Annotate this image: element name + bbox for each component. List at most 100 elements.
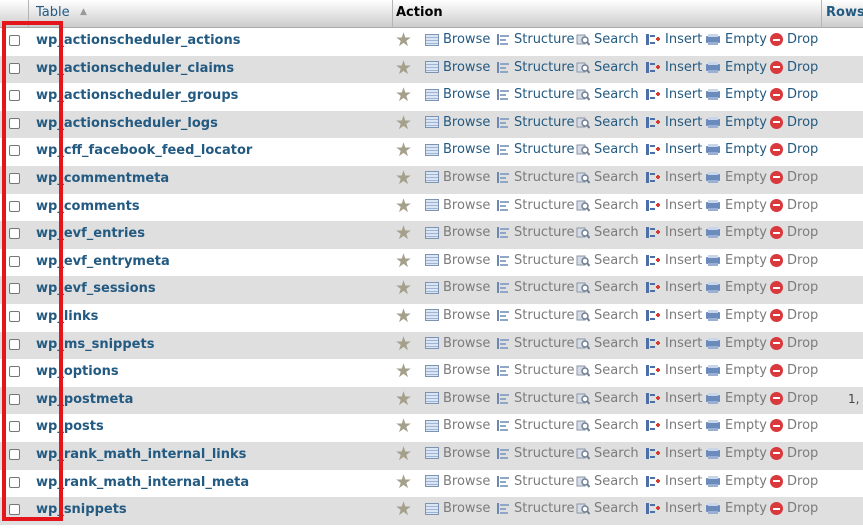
row-checkbox[interactable] — [9, 393, 20, 405]
structure-button[interactable]: Structure — [496, 142, 574, 157]
empty-button[interactable]: Empty — [705, 446, 767, 461]
table-row[interactable]: wp_posts ★ Browse Structure Search Inser… — [0, 414, 863, 442]
table-row[interactable]: wp_actionscheduler_groups ★ Browse Struc… — [0, 83, 863, 111]
star-icon[interactable]: ★ — [395, 334, 412, 354]
table-name-link[interactable]: wp_cff_facebook_feed_locator — [36, 143, 252, 158]
structure-button[interactable]: Structure — [496, 391, 574, 406]
empty-button[interactable]: Empty — [705, 501, 767, 516]
drop-button[interactable]: Drop — [770, 225, 818, 240]
drop-button[interactable]: Drop — [770, 391, 818, 406]
row-checkbox[interactable] — [9, 172, 20, 184]
drop-button[interactable]: Drop — [770, 142, 818, 157]
table-name-link[interactable]: wp_evf_sessions — [36, 281, 156, 296]
table-row[interactable]: wp_rank_math_internal_meta ★ Browse Stru… — [0, 469, 863, 498]
row-checkbox[interactable] — [9, 255, 20, 267]
table-name-link[interactable]: wp_comments — [36, 199, 140, 214]
empty-button[interactable]: Empty — [705, 474, 767, 489]
empty-button[interactable]: Empty — [705, 253, 767, 268]
empty-button[interactable]: Empty — [705, 115, 767, 130]
browse-button[interactable]: Browse — [425, 142, 490, 157]
structure-button[interactable]: Structure — [496, 198, 574, 213]
browse-button[interactable]: Browse — [425, 308, 490, 323]
insert-button[interactable]: Insert — [645, 142, 702, 157]
table-row[interactable]: wp_cff_facebook_feed_locator ★ Browse St… — [0, 138, 863, 166]
table-row[interactable]: wp_evf_sessions ★ Browse Structure Searc… — [0, 276, 863, 304]
row-checkbox[interactable] — [9, 200, 20, 212]
table-row[interactable]: wp_commentmeta ★ Browse Structure Search… — [0, 165, 863, 194]
table-name-link[interactable]: wp_actionscheduler_logs — [36, 116, 218, 131]
browse-button[interactable]: Browse — [425, 198, 490, 213]
insert-button[interactable]: Insert — [645, 474, 702, 489]
column-header-rows[interactable]: Rows — [826, 5, 863, 20]
browse-button[interactable]: Browse — [425, 474, 490, 489]
table-name-link[interactable]: wp_options — [36, 364, 119, 379]
table-name-link[interactable]: wp_links — [36, 309, 98, 324]
drop-button[interactable]: Drop — [770, 280, 818, 295]
table-row[interactable]: wp_links ★ Browse Structure Search Inser… — [0, 303, 863, 332]
empty-button[interactable]: Empty — [705, 280, 767, 295]
star-icon[interactable]: ★ — [395, 389, 412, 409]
structure-button[interactable]: Structure — [496, 32, 574, 47]
star-icon[interactable]: ★ — [395, 251, 412, 271]
search-button[interactable]: Search — [576, 501, 639, 516]
drop-button[interactable]: Drop — [770, 501, 818, 516]
table-name-link[interactable]: wp_actionscheduler_actions — [36, 33, 240, 48]
drop-button[interactable]: Drop — [770, 418, 818, 433]
star-icon[interactable]: ★ — [395, 417, 412, 436]
empty-button[interactable]: Empty — [705, 170, 767, 185]
star-icon[interactable]: ★ — [395, 196, 412, 216]
insert-button[interactable]: Insert — [645, 308, 702, 323]
row-checkbox[interactable] — [9, 366, 20, 378]
empty-button[interactable]: Empty — [705, 363, 767, 378]
structure-button[interactable]: Structure — [496, 446, 574, 461]
insert-button[interactable]: Insert — [645, 87, 702, 102]
star-icon[interactable]: ★ — [395, 362, 412, 381]
row-checkbox[interactable] — [9, 117, 20, 129]
table-row[interactable]: wp_evf_entries ★ Browse Structure Search… — [0, 221, 863, 249]
table-name-link[interactable]: wp_evf_entries — [36, 226, 145, 241]
structure-button[interactable]: Structure — [496, 170, 574, 185]
drop-button[interactable]: Drop — [770, 87, 818, 102]
star-icon[interactable]: ★ — [395, 224, 412, 243]
table-row[interactable]: wp_options ★ Browse Structure Search Ins… — [0, 359, 863, 387]
drop-button[interactable]: Drop — [770, 308, 818, 323]
drop-button[interactable]: Drop — [770, 253, 818, 268]
search-button[interactable]: Search — [576, 170, 639, 185]
browse-button[interactable]: Browse — [425, 225, 490, 240]
browse-button[interactable]: Browse — [425, 87, 490, 102]
drop-button[interactable]: Drop — [770, 32, 818, 47]
structure-button[interactable]: Structure — [496, 501, 574, 516]
insert-button[interactable]: Insert — [645, 170, 702, 185]
insert-button[interactable]: Insert — [645, 225, 702, 240]
drop-button[interactable]: Drop — [770, 363, 818, 378]
browse-button[interactable]: Browse — [425, 446, 490, 461]
table-name-link[interactable]: wp_rank_math_internal_links — [36, 447, 246, 462]
star-icon[interactable]: ★ — [395, 168, 412, 188]
structure-button[interactable]: Structure — [496, 308, 574, 323]
empty-button[interactable]: Empty — [705, 308, 767, 323]
search-button[interactable]: Search — [576, 308, 639, 323]
browse-button[interactable]: Browse — [425, 501, 490, 516]
insert-button[interactable]: Insert — [645, 32, 702, 47]
insert-button[interactable]: Insert — [645, 391, 702, 406]
empty-button[interactable]: Empty — [705, 391, 767, 406]
structure-button[interactable]: Structure — [496, 115, 574, 130]
drop-button[interactable]: Drop — [770, 474, 818, 489]
row-checkbox[interactable] — [9, 310, 20, 322]
row-checkbox[interactable] — [9, 145, 20, 157]
table-row[interactable]: wp_actionscheduler_actions ★ Browse Stru… — [0, 28, 863, 56]
table-name-link[interactable]: wp_actionscheduler_claims — [36, 61, 234, 76]
table-row[interactable]: wp_snippets ★ Browse Structure Search In… — [0, 497, 863, 525]
star-icon[interactable]: ★ — [395, 31, 412, 50]
insert-button[interactable]: Insert — [645, 363, 702, 378]
star-icon[interactable]: ★ — [395, 86, 412, 105]
table-row[interactable]: wp_ms_snippets ★ Browse Structure Search… — [0, 331, 863, 360]
browse-button[interactable]: Browse — [425, 336, 490, 351]
structure-button[interactable]: Structure — [496, 336, 574, 351]
structure-button[interactable]: Structure — [496, 363, 574, 378]
search-button[interactable]: Search — [576, 87, 639, 102]
row-checkbox[interactable] — [9, 504, 20, 516]
search-button[interactable]: Search — [576, 391, 639, 406]
row-checkbox[interactable] — [9, 35, 20, 46]
browse-button[interactable]: Browse — [425, 170, 490, 185]
